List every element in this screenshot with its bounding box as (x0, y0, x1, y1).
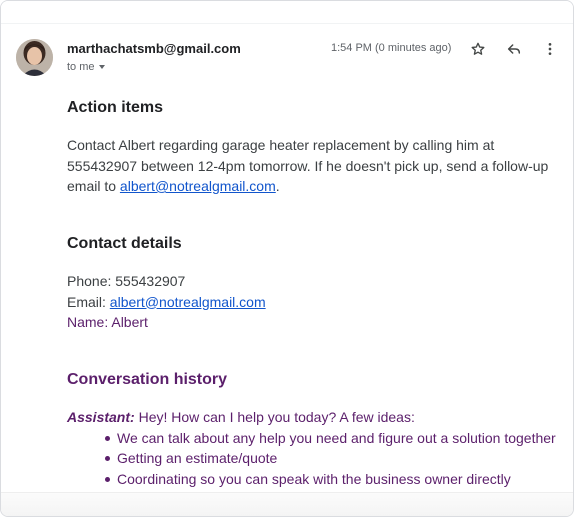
action-items-text: Contact Albert regarding garage heater r… (67, 135, 557, 197)
sent-time: 1:54 PM (0 minutes ago) (331, 42, 452, 54)
action-period: . (275, 178, 280, 194)
star-button[interactable] (467, 38, 489, 60)
chevron-down-icon (98, 65, 105, 70)
assistant-text: Hey! How can I help you today? A few ide… (134, 409, 415, 425)
contact-email-label: Email: (67, 293, 110, 310)
list-item: Coordinating so you can speak with the b… (67, 469, 567, 490)
recipient-toggle[interactable]: to me (67, 61, 105, 73)
contact-details-block: Phone: 555432907 Email: albert@notrealgm… (67, 271, 266, 333)
bottom-divider (1, 492, 573, 516)
contact-email-link[interactable]: albert@notrealgmail.com (110, 294, 266, 310)
assistant-label: Assistant: (67, 409, 135, 425)
action-items-heading: Action items (67, 99, 164, 116)
action-email-link[interactable]: albert@notrealgmail.com (120, 178, 276, 194)
recipient-label: to me (67, 61, 95, 73)
more-options-button[interactable] (539, 38, 561, 60)
list-item: We can talk about any help you need and … (67, 428, 567, 449)
avatar-image (16, 39, 53, 76)
assistant-message: Assistant: Hey! How can I help you today… (67, 407, 567, 428)
contact-name: Name: Albert (67, 314, 148, 330)
ideas-list: We can talk about any help you need and … (67, 428, 567, 490)
contact-details-heading: Contact details (67, 235, 182, 252)
conversation-history-heading: Conversation history (67, 371, 228, 388)
sender-avatar[interactable] (16, 39, 53, 76)
contact-phone: Phone: 555432907 (67, 273, 186, 289)
star-icon (471, 42, 485, 55)
reply-icon (507, 44, 521, 54)
conversation-block: Assistant: Hey! How can I help you today… (67, 407, 567, 489)
more-vertical-icon (548, 43, 552, 55)
reply-button[interactable] (503, 38, 525, 60)
sender-email[interactable]: marthachatsmb@gmail.com (67, 41, 241, 56)
email-card: marthachatsmb@gmail.com to me 1:54 PM (0… (0, 0, 574, 517)
top-strip (1, 1, 573, 24)
list-item: Getting an estimate/quote (67, 448, 567, 469)
contact-email-row: Email: albert@notrealgmail.com (67, 292, 266, 313)
